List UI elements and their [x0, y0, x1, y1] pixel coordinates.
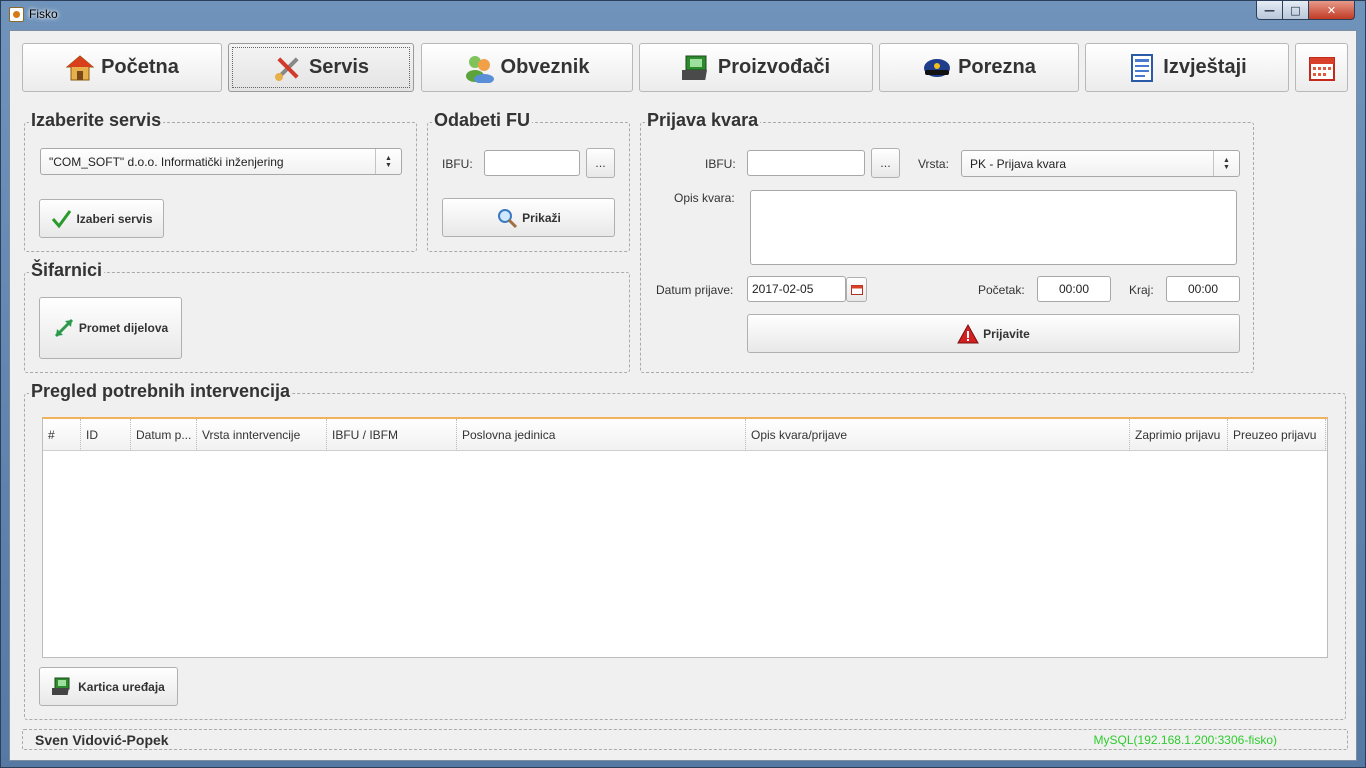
date-picker-icon — [850, 284, 863, 295]
izaberite-servis-title: Izaberite servis — [29, 110, 164, 131]
prikazi-button[interactable]: Prikaži — [442, 198, 615, 237]
odabeti-fu-title: Odabeti FU — [432, 110, 533, 131]
kartica-uredaja-button[interactable]: Kartica uređaja — [39, 667, 178, 706]
users-icon — [465, 53, 495, 84]
checkmark-icon — [50, 208, 72, 230]
kartica-uredaja-label: Kartica uređaja — [78, 679, 165, 694]
column-header[interactable]: Poslovna jedinica — [457, 419, 746, 451]
vrsta-select[interactable]: PK - Prijava kvara ▲ ▼ — [961, 150, 1240, 177]
calendar-icon — [1307, 53, 1337, 83]
java-app-icon — [9, 7, 24, 22]
kraj-input[interactable]: 00:00 — [1166, 276, 1240, 302]
servis-select[interactable]: "COM_SOFT" d.o.o. Informatički inženjeri… — [40, 148, 402, 175]
device-factory-icon — [679, 53, 712, 83]
sifarnici-panel: Šifarnici Promet dijelova — [24, 260, 630, 373]
app-window: Fisko — □ ✕ Početna Servis Obveznik Proi… — [0, 0, 1366, 768]
izaberi-servis-label: Izaberi servis — [76, 211, 153, 226]
column-header[interactable]: Vrsta inntervencije — [197, 419, 327, 451]
prijavite-label: Prijavite — [983, 326, 1030, 341]
date-picker-button[interactable] — [846, 277, 867, 302]
warning-icon — [957, 323, 979, 345]
datum-prijave-input[interactable]: 2017-02-05 — [747, 276, 846, 302]
datum-prijave-label: Datum prijave: — [656, 283, 734, 297]
report-icon — [1127, 53, 1157, 83]
vrsta-label: Vrsta: — [918, 157, 949, 171]
nav-servis-label: Servis — [308, 56, 370, 78]
select-arrows-icon: ▲ ▼ — [375, 149, 401, 174]
column-header[interactable]: Datum p... — [131, 419, 197, 451]
vrsta-select-value: PK - Prijava kvara — [970, 156, 1067, 171]
nav-izvjestaji-label: Izvještaji — [1163, 56, 1247, 78]
prikazi-label: Prikaži — [522, 210, 561, 225]
prijava-ibfu-browse-button[interactable]: ... — [871, 148, 900, 178]
close-button[interactable]: ✕ — [1309, 1, 1355, 20]
kraj-label: Kraj: — [1129, 283, 1154, 297]
nav-obveznik-button[interactable]: Obveznik — [421, 43, 633, 92]
column-header[interactable]: IBFU / IBFM — [327, 419, 457, 451]
prijavite-button[interactable]: Prijavite — [747, 314, 1240, 353]
sifarnici-title: Šifarnici — [29, 260, 105, 281]
prijava-kvara-title: Prijava kvara — [645, 110, 761, 131]
column-header[interactable]: Zaprimio prijavu — [1130, 419, 1228, 451]
status-bar: Sven Vidović-Popek MySQL(192.168.1.200:3… — [22, 729, 1348, 750]
main-content: Početna Servis Obveznik Proizvođači Pore… — [9, 30, 1357, 761]
nav-izvjestaji-button[interactable]: Izvještaji — [1085, 43, 1289, 92]
magnifier-icon — [496, 207, 518, 229]
title-bar[interactable]: Fisko — □ ✕ — [1, 1, 1365, 29]
minimize-button[interactable]: — — [1256, 1, 1283, 20]
odabeti-fu-panel: Odabeti FU IBFU: ... Prikaži — [427, 110, 630, 252]
maximize-button[interactable]: □ — [1283, 1, 1309, 20]
nav-pocetna-label: Početna — [101, 56, 179, 78]
izaberi-servis-button[interactable]: Izaberi servis — [39, 199, 164, 238]
nav-porezna-button[interactable]: Porezna — [879, 43, 1079, 92]
top-navigation: Početna Servis Obveznik Proizvođači Pore… — [10, 31, 1356, 95]
nav-servis-button[interactable]: Servis — [228, 43, 414, 92]
opis-kvara-textarea[interactable] — [750, 190, 1237, 265]
table-header: # ID Datum p... Vrsta inntervencije IBFU… — [43, 419, 1327, 451]
transfer-arrows-icon — [53, 317, 75, 339]
nav-proizvodaci-button[interactable]: Proizvođači — [639, 43, 873, 92]
column-header[interactable]: Preuzeo prijavu — [1228, 419, 1326, 451]
servis-select-value: "COM_SOFT" d.o.o. Informatički inženjeri… — [49, 154, 284, 169]
nav-obveznik-label: Obveznik — [500, 56, 590, 78]
window-title: Fisko — [29, 7, 58, 21]
nav-porezna-label: Porezna — [958, 56, 1036, 78]
window-controls: — □ ✕ — [1256, 1, 1355, 21]
pregled-title: Pregled potrebnih intervencija — [29, 381, 293, 402]
prijava-ibfu-input[interactable] — [747, 150, 865, 176]
opis-kvara-label: Opis kvara: — [674, 191, 735, 205]
column-header[interactable]: ID — [81, 419, 131, 451]
odabeti-ibfu-input[interactable] — [484, 150, 580, 176]
db-connection-status: MySQL(192.168.1.200:3306-fisko) — [1093, 733, 1277, 747]
tools-icon — [273, 53, 303, 83]
select-arrows-icon: ▲ ▼ — [1213, 151, 1239, 176]
device-card-icon — [49, 676, 74, 698]
column-header[interactable]: Opis kvara/prijave — [746, 419, 1130, 451]
nav-proizvodaci-label: Proizvođači — [717, 56, 831, 78]
odabeti-ibfu-browse-button[interactable]: ... — [586, 148, 615, 178]
pocetak-input[interactable]: 00:00 — [1037, 276, 1111, 302]
police-cap-icon — [922, 53, 952, 83]
nav-calendar-button[interactable] — [1295, 43, 1348, 92]
promet-dijelova-label: Promet dijelova — [78, 321, 169, 335]
promet-dijelova-button[interactable]: Promet dijelova — [39, 297, 182, 359]
house-icon — [65, 53, 95, 83]
nav-pocetna-button[interactable]: Početna — [22, 43, 222, 92]
column-header[interactable]: # — [43, 419, 81, 451]
logged-user: Sven Vidović-Popek — [35, 732, 169, 748]
odabeti-ibfu-label: IBFU: — [442, 157, 473, 171]
pocetak-label: Početak: — [978, 283, 1025, 297]
prijava-ibfu-label: IBFU: — [705, 157, 736, 171]
izaberite-servis-panel: Izaberite servis "COM_SOFT" d.o.o. Infor… — [24, 110, 417, 252]
interventions-table[interactable]: # ID Datum p... Vrsta inntervencije IBFU… — [42, 417, 1328, 658]
prijava-kvara-panel: Prijava kvara IBFU: ... Vrsta: PK - Prij… — [640, 110, 1254, 373]
